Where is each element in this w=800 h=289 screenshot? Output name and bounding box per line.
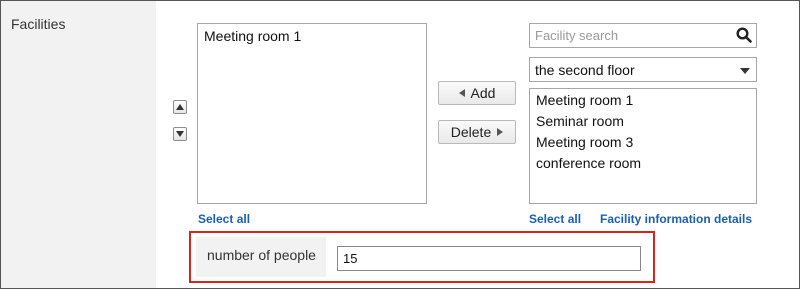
arrow-left-icon: [458, 89, 465, 97]
search-icon[interactable]: [736, 27, 752, 43]
list-item[interactable]: Meeting room 3: [530, 132, 756, 153]
arrow-down-icon: [176, 131, 184, 137]
facility-group-value: the second floor: [535, 62, 635, 78]
list-item[interactable]: Meeting room 1: [530, 90, 756, 111]
delete-button[interactable]: Delete: [438, 120, 516, 144]
add-button-label: Add: [470, 85, 496, 101]
field-label-column: Facilities: [1, 1, 156, 288]
move-down-button[interactable]: [173, 127, 187, 141]
move-up-button[interactable]: [173, 100, 187, 114]
facility-group-select[interactable]: the second floor: [529, 57, 757, 82]
select-all-available-link[interactable]: Select all: [529, 212, 581, 226]
people-label-cell: number of people: [196, 237, 326, 277]
available-facilities-list[interactable]: Meeting room 1 Seminar room Meeting room…: [529, 88, 757, 204]
facility-search-input[interactable]: [530, 24, 731, 47]
list-item[interactable]: conference room: [530, 153, 756, 174]
facility-search: [529, 23, 757, 48]
selected-facilities-list[interactable]: Meeting room 1: [197, 23, 427, 204]
delete-button-label: Delete: [450, 124, 492, 140]
add-button[interactable]: Add: [438, 81, 516, 105]
people-label: number of people: [207, 247, 316, 263]
arrow-right-icon: [497, 128, 504, 136]
list-item[interactable]: Meeting room 1: [198, 26, 426, 47]
list-item[interactable]: Seminar room: [530, 111, 756, 132]
field-label: Facilities: [11, 16, 66, 32]
people-input[interactable]: [337, 246, 641, 271]
facility-details-link[interactable]: Facility information details: [600, 212, 752, 226]
arrow-up-icon: [176, 104, 184, 110]
chevron-down-icon: [740, 68, 750, 74]
select-all-selected-link[interactable]: Select all: [198, 212, 250, 226]
